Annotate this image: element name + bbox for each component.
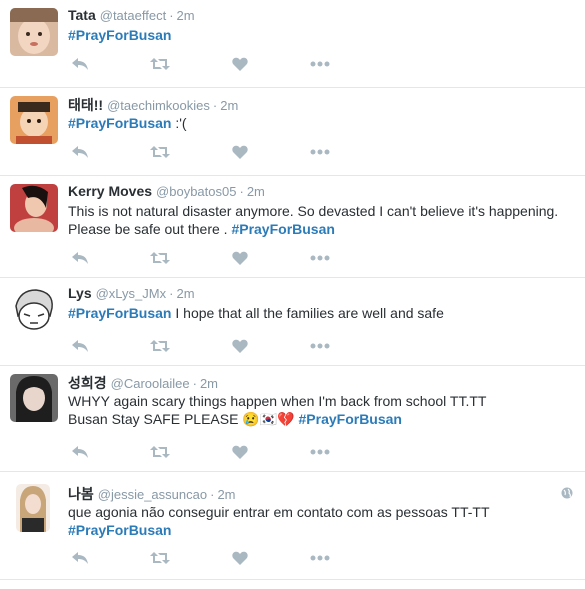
reply-icon — [72, 252, 88, 264]
user-handle[interactable]: @tataeffect — [100, 8, 166, 23]
tweet-header: Tata @tataeffect · 2m — [68, 7, 195, 23]
avatar[interactable] — [16, 484, 50, 532]
tweet-text: WHYY again scary things happen when I'm … — [68, 393, 487, 427]
retweet-button[interactable] — [148, 54, 172, 74]
user-handle[interactable]: @xLys_JMx — [96, 286, 167, 301]
more-icon — [310, 343, 330, 349]
hashtag-link[interactable]: #PrayForBusan — [231, 221, 334, 237]
heart-icon — [232, 339, 248, 353]
avatar[interactable] — [10, 374, 58, 422]
tweet[interactable]: 성희경 @Caroolailee · 2m WHYY again scary thin… — [0, 366, 585, 472]
like-button[interactable] — [228, 442, 252, 462]
reply-button[interactable] — [68, 54, 92, 74]
hashtag-link[interactable]: #PrayForBusan — [68, 305, 171, 321]
tweet-time[interactable]: 2m — [247, 184, 265, 199]
reply-button[interactable] — [68, 548, 92, 568]
tweet-time[interactable]: 2m — [177, 8, 195, 23]
tweet-text: #PrayForBusan :'( — [68, 115, 187, 131]
tweet-header: 성희경 @Caroolailee · 2m — [68, 375, 219, 391]
tweet-time[interactable]: 2m — [220, 98, 238, 113]
avatar[interactable] — [10, 184, 58, 232]
retweet-button[interactable] — [148, 142, 172, 162]
reply-icon — [72, 58, 88, 70]
tweet[interactable]: Kerry Moves @boybatos05 · 2m This is not na… — [0, 176, 585, 278]
retweet-icon — [150, 340, 170, 352]
more-icon — [310, 61, 330, 67]
tweet-text: This is not natural disaster anymore. So… — [68, 203, 559, 237]
hashtag-link[interactable]: #PrayForBusan — [68, 27, 171, 43]
user-handle[interactable]: @jessie_assuncao — [98, 487, 207, 502]
tweet-header: Kerry Moves @boybatos05 · 2m — [68, 183, 265, 199]
hashtag-link[interactable]: #PrayForBusan — [68, 115, 171, 131]
more-button[interactable] — [308, 336, 332, 356]
more-button[interactable] — [308, 142, 332, 162]
user-handle[interactable]: @taechimkookies — [107, 98, 210, 113]
more-icon — [310, 449, 330, 455]
globe-icon[interactable] — [561, 486, 573, 504]
avatar[interactable] — [10, 286, 58, 334]
retweet-icon — [150, 446, 170, 458]
user-name[interactable]: 태태!! — [68, 97, 103, 113]
reply-button[interactable] — [68, 248, 92, 268]
tweet-text: #PrayForBusan — [68, 26, 568, 44]
retweet-icon — [150, 58, 170, 70]
heart-icon — [232, 57, 248, 71]
tweet-header: Lys @xLys_JMx · 2m — [68, 285, 195, 301]
retweet-button[interactable] — [148, 442, 172, 462]
more-button[interactable] — [308, 248, 332, 268]
user-name[interactable]: Tata — [68, 7, 96, 23]
reply-button[interactable] — [68, 442, 92, 462]
reply-icon — [72, 340, 88, 352]
hashtag-link[interactable]: #PrayForBusan — [299, 411, 402, 427]
more-icon — [310, 555, 330, 561]
user-name[interactable]: Kerry Moves — [68, 183, 152, 199]
like-button[interactable] — [228, 548, 252, 568]
tweet-time[interactable]: 2m — [217, 487, 235, 502]
tweet-time[interactable]: 2m — [176, 286, 194, 301]
reply-icon — [72, 552, 88, 564]
more-icon — [310, 255, 330, 261]
user-handle[interactable]: @boybatos05 — [156, 184, 236, 199]
retweet-button[interactable] — [148, 548, 172, 568]
like-button[interactable] — [228, 142, 252, 162]
heart-icon — [232, 251, 248, 265]
tweet-header: 태태!! @taechimkookies · 2m — [68, 97, 239, 113]
more-button[interactable] — [308, 548, 332, 568]
more-button[interactable] — [308, 54, 332, 74]
tweet-text: #PrayForBusan I hope that all the famili… — [68, 305, 444, 321]
reply-icon — [72, 446, 88, 458]
user-name[interactable]: Lys — [68, 285, 92, 301]
tweet[interactable]: 나봄 @jessie_assuncao · 2m que agonia não con… — [0, 472, 585, 580]
like-button[interactable] — [228, 248, 252, 268]
user-name[interactable]: 성희경 — [68, 375, 107, 391]
tweet-text: que agonia não conseguir entrar em conta… — [68, 504, 490, 538]
tweet[interactable]: Lys @xLys_JMx · 2m #PrayForBusan I hope tha… — [0, 278, 585, 366]
user-handle[interactable]: @Caroolailee — [111, 376, 190, 391]
heart-icon — [232, 145, 248, 159]
tweet-time[interactable]: 2m — [200, 376, 218, 391]
retweet-button[interactable] — [148, 248, 172, 268]
reply-icon — [72, 146, 88, 158]
reply-button[interactable] — [68, 142, 92, 162]
more-button[interactable] — [308, 442, 332, 462]
like-button[interactable] — [228, 336, 252, 356]
like-button[interactable] — [228, 54, 252, 74]
more-icon — [310, 149, 330, 155]
heart-icon — [232, 445, 248, 459]
user-name[interactable]: 나봄 — [68, 486, 94, 502]
avatar[interactable] — [10, 96, 58, 144]
tweet-header: 나봄 @jessie_assuncao · 2m — [68, 486, 236, 502]
retweet-icon — [150, 252, 170, 264]
avatar[interactable] — [10, 8, 58, 56]
heart-icon — [232, 551, 248, 565]
reply-button[interactable] — [68, 336, 92, 356]
retweet-icon — [150, 146, 170, 158]
hashtag-link[interactable]: #PrayForBusan — [68, 522, 171, 538]
retweet-icon — [150, 552, 170, 564]
retweet-button[interactable] — [148, 336, 172, 356]
tweet[interactable]: 태태!! @taechimkookies · 2m #PrayForBusan :'( — [0, 88, 585, 176]
tweet[interactable]: Tata @tataeffect · 2m #PrayForBusan — [0, 0, 585, 88]
